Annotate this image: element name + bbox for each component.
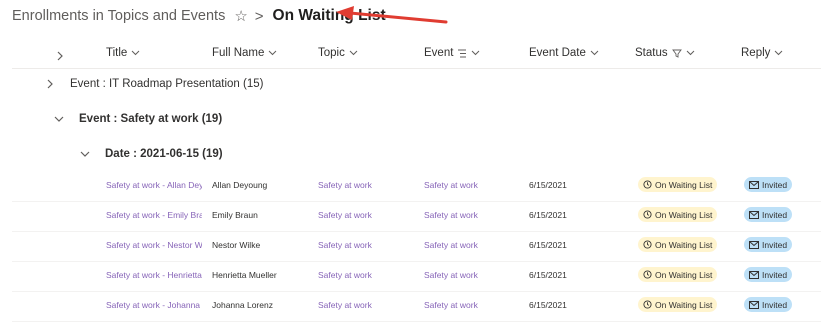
mail-icon (749, 180, 759, 189)
topic-link[interactable]: Safety at work (318, 240, 418, 250)
mail-icon (749, 300, 759, 309)
group-label: Date : 2021-06-15 (19) (105, 148, 223, 160)
title-link[interactable]: Safety at work - Emily Braun (106, 210, 202, 220)
group-by-icon (458, 49, 467, 57)
topic-link[interactable]: Safety at work (318, 180, 418, 190)
reply-badge: Invited (744, 207, 793, 222)
title-link[interactable]: Safety at work - Nestor Wilke (106, 240, 202, 250)
table-row[interactable]: Safety at work - Johanna Lorenz Johanna … (12, 291, 821, 322)
reply-badge: Invited (744, 177, 793, 192)
filter-icon (671, 49, 682, 58)
column-header-full-name[interactable]: Full Name (212, 47, 277, 59)
column-header-event[interactable]: Event (424, 47, 480, 59)
reply-badge: Invited (744, 297, 793, 312)
topic-link[interactable]: Safety at work (318, 300, 418, 310)
annotation-arrow (336, 6, 448, 24)
event-date-cell: 6/15/2021 (529, 300, 567, 310)
chevron-down-icon (590, 50, 599, 56)
chevron-right-icon (47, 79, 53, 89)
title-link[interactable]: Safety at work - Henrietta Mueller (106, 270, 202, 280)
chevron-down-icon (349, 50, 358, 56)
clock-icon (643, 210, 652, 219)
event-link[interactable]: Safety at work (424, 210, 524, 220)
status-badge: On Waiting List (638, 177, 718, 192)
chevron-down-icon (775, 50, 783, 56)
full-name-cell: Allan Deyoung (212, 180, 268, 190)
mail-icon (749, 240, 759, 249)
event-date-cell: 6/15/2021 (529, 240, 567, 250)
full-name-cell: Johanna Lorenz (212, 300, 273, 310)
chevron-down-icon (686, 50, 694, 56)
table-row[interactable]: Safety at work - Allan Deyoung Allan Dey… (12, 171, 821, 202)
clock-icon (643, 180, 652, 189)
topic-link[interactable]: Safety at work (318, 210, 418, 220)
chevron-down-icon (54, 116, 64, 122)
full-name-cell: Henrietta Mueller (212, 270, 277, 280)
column-header-event-date[interactable]: Event Date (529, 47, 599, 59)
full-name-cell: Nestor Wilke (212, 240, 261, 250)
group-header-event-safety-at-work[interactable]: Event : Safety at work (19) (54, 113, 222, 125)
chevron-right-icon: > (254, 7, 264, 25)
event-date-cell: 6/15/2021 (529, 180, 567, 190)
title-link[interactable]: Safety at work - Johanna Lorenz (106, 300, 202, 310)
reply-badge: Invited (744, 237, 793, 252)
event-link[interactable]: Safety at work (424, 270, 524, 280)
status-badge: On Waiting List (638, 297, 718, 312)
column-header-status[interactable]: Status (635, 47, 695, 59)
chevron-down-icon (131, 50, 140, 56)
table-row[interactable]: Safety at work - Emily Braun Emily Braun… (12, 201, 821, 232)
event-link[interactable]: Safety at work (424, 180, 524, 190)
column-header-topic[interactable]: Topic (318, 47, 358, 59)
column-header-reply[interactable]: Reply (741, 47, 783, 59)
mail-icon (749, 210, 759, 219)
star-icon[interactable]: ☆ (234, 7, 247, 25)
event-date-cell: 6/15/2021 (529, 270, 567, 280)
clock-icon (643, 240, 652, 249)
status-badge: On Waiting List (638, 207, 718, 222)
clock-icon (643, 300, 652, 309)
column-header-row: Title Full Name Topic Event Event Date S… (12, 40, 821, 69)
chevron-down-icon (472, 50, 480, 56)
breadcrumb-parent-link[interactable]: Enrollments in Topics and Events (12, 8, 225, 24)
group-label: Event : IT Roadmap Presentation (15) (70, 78, 264, 90)
event-link[interactable]: Safety at work (424, 240, 524, 250)
status-badge: On Waiting List (638, 267, 718, 282)
topic-link[interactable]: Safety at work (318, 270, 418, 280)
table-row[interactable]: Safety at work - Henrietta Mueller Henri… (12, 261, 821, 292)
group-label: Event : Safety at work (19) (79, 113, 223, 125)
column-header-title[interactable]: Title (106, 47, 140, 59)
reply-badge: Invited (744, 267, 793, 282)
mail-icon (749, 270, 759, 279)
chevron-down-icon (80, 151, 90, 157)
clock-icon (643, 270, 652, 279)
event-date-cell: 6/15/2021 (529, 210, 567, 220)
group-header-date[interactable]: Date : 2021-06-15 (19) (80, 148, 223, 160)
title-link[interactable]: Safety at work - Allan Deyoung (106, 180, 202, 190)
event-link[interactable]: Safety at work (424, 300, 524, 310)
full-name-cell: Emily Braun (212, 210, 258, 220)
status-badge: On Waiting List (638, 237, 718, 252)
table-row[interactable]: Safety at work - Nestor Wilke Nestor Wil… (12, 231, 821, 262)
chevron-down-icon (269, 50, 277, 56)
expand-all-chevron-icon[interactable] (56, 48, 64, 66)
group-header-event-it-roadmap[interactable]: Event : IT Roadmap Presentation (15) (46, 78, 263, 90)
